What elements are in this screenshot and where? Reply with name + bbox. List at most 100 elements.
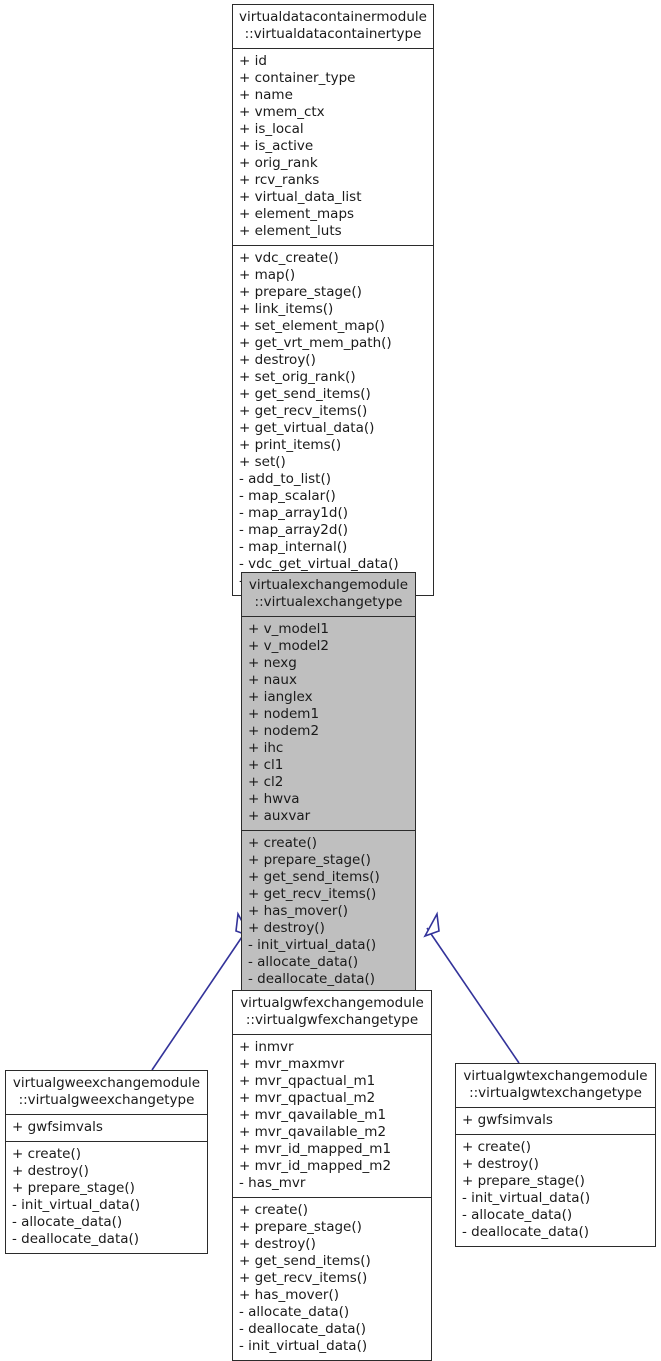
method-row: + destroy()	[462, 1156, 539, 1172]
method-row: + get_send_items()	[239, 386, 371, 402]
attribute-row: + auxvar	[248, 808, 311, 824]
method-row: + destroy()	[248, 920, 325, 936]
attribute-row: + rcv_ranks	[239, 172, 320, 188]
method-row: - deallocate_data()	[462, 1224, 590, 1240]
method-row: - add_to_list()	[239, 471, 331, 487]
method-row: + get_vrt_mem_path()	[239, 335, 392, 351]
edge-virtualgwtexchangetype-to-virtualexchangetype	[423, 911, 520, 1064]
method-row: + link_items()	[239, 301, 334, 317]
method-row: + prepare_stage()	[239, 1219, 362, 1235]
attribute-row: + mvr_qpactual_m1	[239, 1073, 376, 1089]
uml-diagram-canvas: virtualdatacontainermodule ::virtualdata…	[0, 0, 661, 1361]
method-row: - allocate_data()	[462, 1207, 573, 1223]
attribute-row: + ihc	[248, 740, 284, 756]
attribute-row: + gwfsimvals	[12, 1119, 103, 1135]
method-row: + get_recv_items()	[239, 403, 368, 419]
method-row: - map_scalar()	[239, 488, 336, 504]
method-row: - map_internal()	[239, 539, 348, 555]
method-row: + get_recv_items()	[248, 886, 377, 902]
attribute-row: + mvr_qpactual_m2	[239, 1090, 376, 1106]
attribute-row: + element_maps	[239, 206, 355, 222]
method-row: - vdc_get_virtual_data()	[239, 556, 399, 572]
attribute-row: + hwva	[248, 791, 300, 807]
method-row: + prepare_stage()	[12, 1180, 135, 1196]
attribute-row: + cl1	[248, 757, 284, 773]
class-box-virtualdatacontainertype[interactable]: virtualdatacontainermodule ::virtualdata…	[232, 4, 434, 596]
method-row: + vdc_create()	[239, 250, 339, 266]
method-row: + prepare_stage()	[462, 1173, 585, 1189]
class-attributes-virtualdatacontainertype: + id + container_type + name + vmem_ctx …	[233, 49, 433, 245]
method-row: - deallocate_data()	[239, 1321, 367, 1337]
class-attributes-virtualgweexchangetype: + gwfsimvals	[6, 1115, 207, 1141]
class-methods-virtualgweexchangetype: + create() + destroy() + prepare_stage()…	[6, 1141, 207, 1253]
attribute-row: + mvr_maxmvr	[239, 1056, 345, 1072]
attribute-row: + mvr_qavailable_m2	[239, 1124, 387, 1140]
method-row: - map_array2d()	[239, 522, 348, 538]
class-attributes-virtualgwtexchangetype: + gwfsimvals	[456, 1108, 655, 1134]
method-row: - init_virtual_data()	[462, 1190, 591, 1206]
method-row: + get_virtual_data()	[239, 420, 375, 436]
attribute-row: - has_mvr	[239, 1175, 306, 1191]
attribute-row: + id	[239, 53, 267, 69]
method-row: + set_element_map()	[239, 318, 385, 334]
class-name-virtualexchangetype: virtualexchangemodule ::virtualexchanget…	[242, 573, 415, 617]
method-row: + set()	[239, 454, 286, 470]
method-row: + create()	[239, 1202, 308, 1218]
attribute-row: + vmem_ctx	[239, 104, 325, 120]
class-box-virtualexchangetype[interactable]: virtualexchangemodule ::virtualexchanget…	[241, 572, 416, 994]
attribute-row: + gwfsimvals	[462, 1112, 553, 1128]
method-row: - init_virtual_data()	[239, 1338, 368, 1354]
attribute-row: + mvr_qavailable_m1	[239, 1107, 387, 1123]
attribute-row: + orig_rank	[239, 155, 318, 171]
attribute-row: + nodem2	[248, 723, 320, 739]
method-row: + has_mover()	[248, 903, 349, 919]
method-row: + has_mover()	[239, 1287, 340, 1303]
attribute-row: + is_active	[239, 138, 314, 154]
method-row: + create()	[462, 1139, 531, 1155]
attribute-row: + mvr_id_mapped_m2	[239, 1158, 392, 1174]
attribute-row: + nexg	[248, 655, 297, 671]
attribute-row: + element_luts	[239, 223, 342, 239]
attribute-row: + mvr_id_mapped_m1	[239, 1141, 392, 1157]
method-row: + set_orig_rank()	[239, 369, 356, 385]
method-row: + create()	[248, 835, 317, 851]
class-name-virtualgwtexchangetype: virtualgwtexchangemodule ::virtualgwtexc…	[456, 1064, 655, 1108]
class-attributes-virtualgwfexchangetype: + inmvr + mvr_maxmvr + mvr_qpactual_m1 +…	[233, 1035, 431, 1197]
class-methods-virtualexchangetype: + create() + prepare_stage() + get_send_…	[242, 830, 415, 993]
attribute-row: + v_model1	[248, 621, 329, 637]
method-row: + destroy()	[239, 352, 316, 368]
attribute-row: + cl2	[248, 774, 284, 790]
class-name-virtualdatacontainertype: virtualdatacontainermodule ::virtualdata…	[233, 5, 433, 49]
attribute-row: + ianglex	[248, 689, 313, 705]
class-methods-virtualdatacontainertype: + vdc_create() + map() + prepare_stage()…	[233, 245, 433, 595]
attribute-row: + naux	[248, 672, 297, 688]
class-box-virtualgweexchangetype[interactable]: virtualgweexchangemodule ::virtualgweexc…	[5, 1070, 208, 1254]
attribute-row: + nodem1	[248, 706, 320, 722]
class-box-virtualgwfexchangetype[interactable]: virtualgwfexchangemodule ::virtualgwfexc…	[232, 990, 432, 1361]
attribute-row: + is_local	[239, 121, 304, 137]
method-row: - allocate_data()	[248, 954, 359, 970]
method-row: + map()	[239, 267, 296, 283]
method-row: + destroy()	[239, 1236, 316, 1252]
method-row: - allocate_data()	[12, 1214, 123, 1230]
class-name-virtualgweexchangetype: virtualgweexchangemodule ::virtualgweexc…	[6, 1071, 207, 1115]
attribute-row: + inmvr	[239, 1039, 294, 1055]
method-row: + get_send_items()	[248, 869, 380, 885]
attribute-row: + name	[239, 87, 293, 103]
class-box-virtualgwtexchangetype[interactable]: virtualgwtexchangemodule ::virtualgwtexc…	[455, 1063, 656, 1247]
method-row: + print_items()	[239, 437, 342, 453]
method-row: + get_send_items()	[239, 1253, 371, 1269]
method-row: - allocate_data()	[239, 1304, 350, 1320]
method-row: + get_recv_items()	[239, 1270, 368, 1286]
method-row: - init_virtual_data()	[248, 937, 377, 953]
method-row: - init_virtual_data()	[12, 1197, 141, 1213]
method-row: - map_array1d()	[239, 505, 348, 521]
method-row: + prepare_stage()	[248, 852, 371, 868]
attribute-row: + virtual_data_list	[239, 189, 362, 205]
method-row: + prepare_stage()	[239, 284, 362, 300]
class-methods-virtualgwfexchangetype: + create() + prepare_stage() + destroy()…	[233, 1197, 431, 1360]
method-row: + destroy()	[12, 1163, 89, 1179]
method-row: + create()	[12, 1146, 81, 1162]
method-row: - deallocate_data()	[248, 971, 376, 987]
class-attributes-virtualexchangetype: + v_model1 + v_model2 + nexg + naux + ia…	[242, 617, 415, 830]
